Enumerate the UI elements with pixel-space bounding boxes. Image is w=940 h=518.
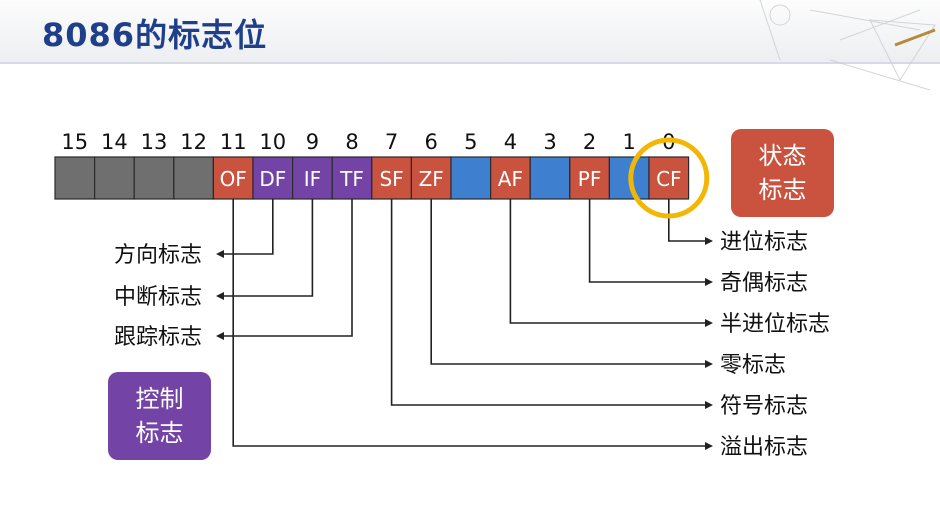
label-zf: 零标志 <box>720 353 786 378</box>
flag-label-tf: TF <box>339 167 364 191</box>
label-sf: 符号标志 <box>720 394 808 419</box>
bit-number-14: 14 <box>101 130 128 154</box>
arrow-if <box>216 292 224 300</box>
bit-number-12: 12 <box>180 130 207 154</box>
bit-cell-15 <box>54 156 96 200</box>
label-pf: 奇偶标志 <box>720 271 808 296</box>
bit-number-5: 5 <box>464 130 477 154</box>
flag-label-cf: CF <box>656 167 681 191</box>
bit-cell-13 <box>133 156 175 200</box>
arrow-cf <box>705 237 713 245</box>
connector-tf <box>222 199 353 337</box>
arrow-af <box>705 319 713 327</box>
bit-number-2: 2 <box>583 130 596 154</box>
bit-number-row: 15 14 13 12 11 10 9 8 7 6 5 4 3 2 1 0 <box>61 130 675 154</box>
bit-number-9: 9 <box>306 130 319 154</box>
connector-sf <box>390 199 707 406</box>
flag-register-bits: OF DF IF TF SF ZF AF PF CF <box>54 156 690 200</box>
connector-if <box>222 199 314 297</box>
bit-number-1: 1 <box>623 130 636 154</box>
arrow-sf <box>705 401 713 409</box>
status-badge-line2: 标志 <box>758 176 807 204</box>
label-cf: 进位标志 <box>720 230 808 255</box>
flag-label-df: DF <box>259 167 286 191</box>
flag-label-pf: PF <box>578 167 602 191</box>
bit-cell-14 <box>93 156 135 200</box>
control-badge-line1: 控制 <box>135 385 184 413</box>
label-af: 半进位标志 <box>720 312 830 337</box>
arrow-pf <box>705 278 713 286</box>
flag-label-if: IF <box>304 167 321 191</box>
bit-number-11: 11 <box>220 130 247 154</box>
label-if: 中断标志 <box>114 285 202 310</box>
label-tf: 跟踪标志 <box>114 325 202 350</box>
bit-cell-12 <box>173 156 215 200</box>
connector-lines <box>216 199 713 450</box>
control-flags-badge: 控制 标志 <box>108 372 211 460</box>
arrow-of <box>705 442 713 450</box>
flag-label-sf: SF <box>379 167 403 191</box>
bit-number-6: 6 <box>425 130 438 154</box>
bit-cell-5 <box>450 156 492 200</box>
connector-cf <box>667 199 707 242</box>
flag-label-af: AF <box>498 167 523 191</box>
arrow-df <box>216 250 224 258</box>
arrow-zf <box>705 360 713 368</box>
control-badge-line2: 标志 <box>135 419 184 447</box>
connector-af <box>509 199 707 324</box>
connector-df <box>222 199 274 255</box>
label-df: 方向标志 <box>114 243 202 268</box>
bit-number-8: 8 <box>345 130 358 154</box>
bit-cell-3 <box>529 156 571 200</box>
label-of: 溢出标志 <box>720 435 808 460</box>
bit-number-10: 10 <box>259 130 286 154</box>
status-flags-badge: 状态 标志 <box>731 129 834 217</box>
flag-descriptions: 方向标志中断标志跟踪标志 进位标志奇偶标志半进位标志零标志符号标志溢出标志 <box>114 230 830 460</box>
status-badge-line1: 状态 <box>758 142 807 170</box>
bit-number-4: 4 <box>504 130 517 154</box>
bit-number-7: 7 <box>385 130 398 154</box>
bit-number-15: 15 <box>61 130 88 154</box>
bit-number-13: 13 <box>141 130 168 154</box>
bit-number-3: 3 <box>543 130 556 154</box>
flag-label-of: OF <box>220 167 247 191</box>
arrow-tf <box>216 332 224 340</box>
flag-label-zf: ZF <box>419 167 444 191</box>
